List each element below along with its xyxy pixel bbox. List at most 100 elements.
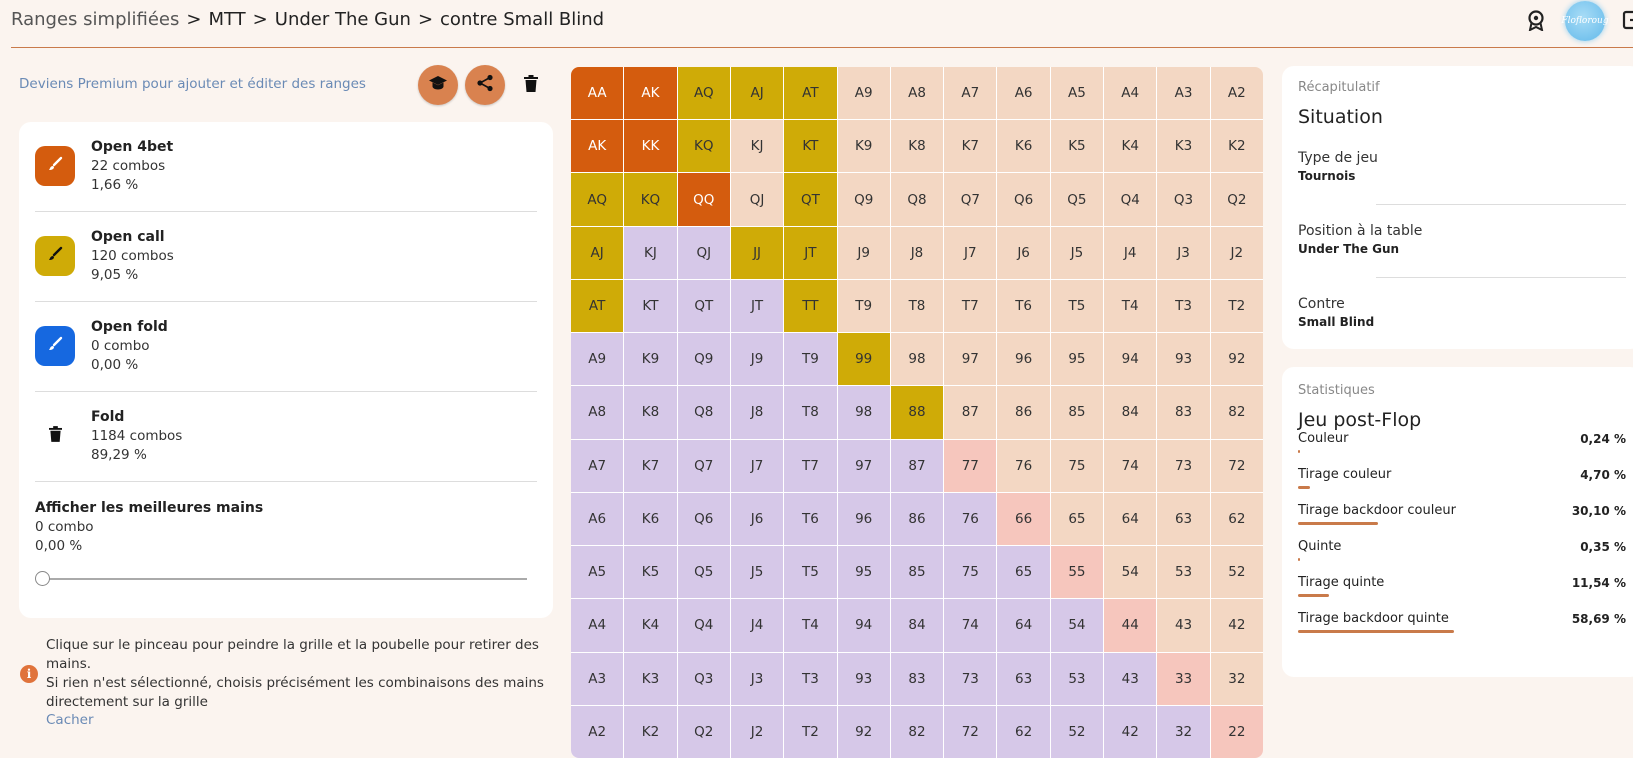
grid-cell-53s[interactable]: 53 [1157, 546, 1210, 599]
grid-cell-72o[interactable]: 72 [944, 705, 997, 758]
grid-cell-AKo[interactable]: AK [571, 120, 624, 173]
grid-cell-33[interactable]: 33 [1157, 652, 1210, 705]
grid-cell-74s[interactable]: 74 [1104, 439, 1157, 492]
grid-cell-J4o[interactable]: J4 [730, 599, 784, 652]
grid-cell-Q7o[interactable]: Q7 [677, 439, 730, 492]
grid-cell-62s[interactable]: 62 [1210, 492, 1263, 546]
action-open-4bet[interactable]: Open 4bet 22 combos 1,66 % [35, 122, 537, 212]
grid-cell-97o[interactable]: 97 [837, 439, 890, 492]
grid-cell-QJs[interactable]: QJ [730, 173, 784, 226]
grid-cell-93o[interactable]: 93 [837, 652, 890, 705]
grid-cell-83s[interactable]: 83 [1157, 386, 1210, 439]
grid-cell-A3o[interactable]: A3 [571, 652, 624, 705]
grid-cell-J9o[interactable]: J9 [730, 333, 784, 386]
grid-cell-K4s[interactable]: K4 [1104, 120, 1157, 173]
grid-cell-T8s[interactable]: T8 [890, 279, 944, 333]
grid-cell-Q7s[interactable]: Q7 [944, 173, 997, 226]
premium-link[interactable]: Deviens Premium pour ajouter et éditer d… [19, 76, 366, 92]
grid-cell-JJ[interactable]: JJ [730, 226, 784, 279]
grid-cell-A7o[interactable]: A7 [571, 439, 624, 492]
grid-cell-96o[interactable]: 96 [837, 492, 890, 546]
training-button[interactable] [418, 65, 458, 105]
grid-cell-64s[interactable]: 64 [1104, 492, 1157, 546]
grid-cell-95o[interactable]: 95 [837, 546, 890, 599]
grid-cell-QTs[interactable]: QT [784, 173, 837, 226]
grid-cell-A7s[interactable]: A7 [944, 67, 997, 120]
grid-cell-J2s[interactable]: J2 [1210, 226, 1263, 279]
grid-cell-Q4s[interactable]: Q4 [1104, 173, 1157, 226]
grid-cell-K6o[interactable]: K6 [624, 492, 677, 546]
grid-cell-82o[interactable]: 82 [890, 705, 944, 758]
grid-cell-94o[interactable]: 94 [837, 599, 890, 652]
grid-cell-82s[interactable]: 82 [1210, 386, 1263, 439]
grid-cell-Q9s[interactable]: Q9 [837, 173, 890, 226]
grid-cell-98o[interactable]: 98 [837, 386, 890, 439]
grid-cell-AJo[interactable]: AJ [571, 226, 624, 279]
grid-cell-K6s[interactable]: K6 [997, 120, 1050, 173]
logout-icon[interactable] [1622, 9, 1633, 31]
grid-cell-86s[interactable]: 86 [997, 386, 1050, 439]
grid-cell-K4o[interactable]: K4 [624, 599, 677, 652]
grid-cell-74o[interactable]: 74 [944, 599, 997, 652]
grid-cell-J8o[interactable]: J8 [730, 386, 784, 439]
breadcrumb-item[interactable]: Under The Gun [275, 9, 411, 30]
grid-cell-Q3s[interactable]: Q3 [1157, 173, 1210, 226]
grid-cell-K3s[interactable]: K3 [1157, 120, 1210, 173]
grid-cell-77[interactable]: 77 [944, 439, 997, 492]
grid-cell-Q9o[interactable]: Q9 [677, 333, 730, 386]
grid-cell-J2o[interactable]: J2 [730, 705, 784, 758]
grid-cell-KJo[interactable]: KJ [624, 226, 677, 279]
grid-cell-J3s[interactable]: J3 [1157, 226, 1210, 279]
grid-cell-Q8o[interactable]: Q8 [677, 386, 730, 439]
grid-cell-K7o[interactable]: K7 [624, 439, 677, 492]
open-call-brush-button[interactable] [35, 236, 75, 276]
grid-cell-32s[interactable]: 32 [1210, 652, 1263, 705]
grid-cell-43s[interactable]: 43 [1157, 599, 1210, 652]
grid-cell-T5o[interactable]: T5 [784, 546, 837, 599]
grid-cell-AQo[interactable]: AQ [571, 173, 624, 226]
grid-cell-Q8s[interactable]: Q8 [890, 173, 944, 226]
grid-cell-KQo[interactable]: KQ [624, 173, 677, 226]
grid-cell-52s[interactable]: 52 [1210, 546, 1263, 599]
grid-cell-J7s[interactable]: J7 [944, 226, 997, 279]
grid-cell-73s[interactable]: 73 [1157, 439, 1210, 492]
grid-cell-72s[interactable]: 72 [1210, 439, 1263, 492]
grid-cell-44[interactable]: 44 [1104, 599, 1157, 652]
grid-cell-22[interactable]: 22 [1210, 705, 1263, 758]
grid-cell-J5o[interactable]: J5 [730, 546, 784, 599]
grid-cell-A5s[interactable]: A5 [1050, 67, 1104, 120]
grid-cell-85s[interactable]: 85 [1050, 386, 1104, 439]
grid-cell-QQ[interactable]: QQ [677, 173, 730, 226]
grid-cell-K5o[interactable]: K5 [624, 546, 677, 599]
grid-cell-T9s[interactable]: T9 [837, 279, 890, 333]
open-fold-brush-button[interactable] [35, 326, 75, 366]
grid-cell-A9s[interactable]: A9 [837, 67, 890, 120]
fold-eraser-button[interactable] [35, 416, 75, 456]
grid-cell-54o[interactable]: 54 [1050, 599, 1104, 652]
grid-cell-K9o[interactable]: K9 [624, 333, 677, 386]
grid-cell-93s[interactable]: 93 [1157, 333, 1210, 386]
best-hands-slider-track[interactable] [41, 578, 527, 580]
grid-cell-96s[interactable]: 96 [997, 333, 1050, 386]
grid-cell-76o[interactable]: 76 [944, 492, 997, 546]
breadcrumb-root[interactable]: Ranges simplifiées [11, 9, 179, 30]
grid-cell-T9o[interactable]: T9 [784, 333, 837, 386]
grid-cell-AA[interactable]: AA [571, 67, 624, 120]
grid-cell-43o[interactable]: 43 [1104, 652, 1157, 705]
grid-cell-A6s[interactable]: A6 [997, 67, 1050, 120]
grid-cell-A8o[interactable]: A8 [571, 386, 624, 439]
grid-cell-T7o[interactable]: T7 [784, 439, 837, 492]
grid-cell-92s[interactable]: 92 [1210, 333, 1263, 386]
grid-cell-J6o[interactable]: J6 [730, 492, 784, 546]
grid-cell-JTs[interactable]: JT [784, 226, 837, 279]
award-icon[interactable] [1525, 9, 1547, 32]
grid-cell-95s[interactable]: 95 [1050, 333, 1104, 386]
grid-cell-K9s[interactable]: K9 [837, 120, 890, 173]
grid-cell-Q6s[interactable]: Q6 [997, 173, 1050, 226]
grid-cell-AKs[interactable]: AK [624, 67, 677, 120]
grid-cell-42o[interactable]: 42 [1104, 705, 1157, 758]
grid-cell-92o[interactable]: 92 [837, 705, 890, 758]
grid-cell-Q4o[interactable]: Q4 [677, 599, 730, 652]
action-open-call[interactable]: Open call 120 combos 9,05 % [35, 212, 537, 302]
grid-cell-66[interactable]: 66 [997, 492, 1050, 546]
